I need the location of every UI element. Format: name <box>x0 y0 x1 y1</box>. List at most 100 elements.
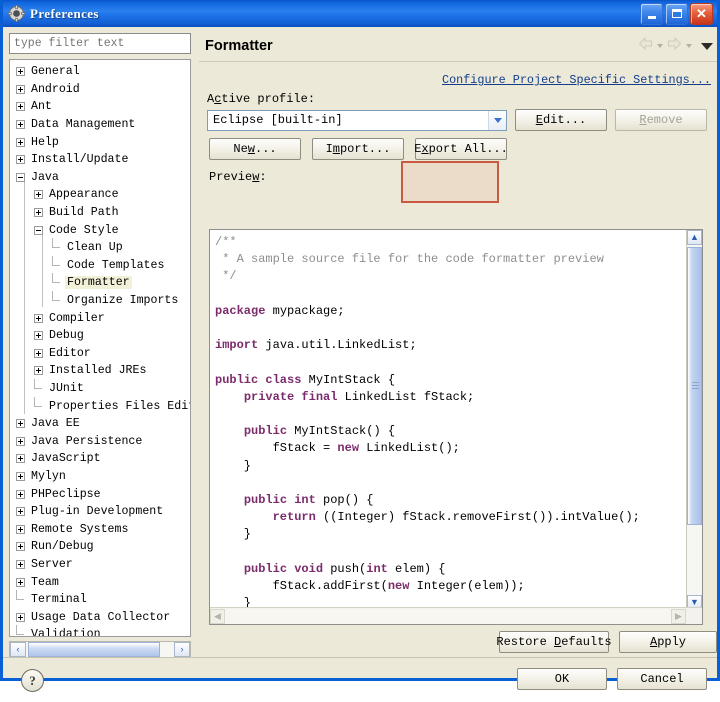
tree-item-java-ee[interactable]: Java EE <box>10 415 190 433</box>
tree-item-phpeclipse[interactable]: PHPeclipse <box>10 485 190 503</box>
tree-item-editor[interactable]: Editor <box>10 345 190 363</box>
tree-scroll-track[interactable] <box>26 642 174 657</box>
code-line: public void push(int elem) { <box>243 561 446 576</box>
forward-arrow-icon[interactable] <box>667 36 682 55</box>
expand-icon[interactable] <box>34 331 43 341</box>
code-preview[interactable]: /** * A sample source file for the code … <box>209 229 703 625</box>
tree-item-installed-jres[interactable]: Installed JREs <box>10 362 190 380</box>
tree-item-organize-imports[interactable]: Organize Imports <box>10 291 190 310</box>
expand-icon[interactable] <box>34 348 43 358</box>
tree-item-run-debug[interactable]: Run/Debug <box>10 538 190 556</box>
preview-vertical-scrollbar[interactable]: ▲ ▼ <box>686 230 702 610</box>
tree-item-help[interactable]: Help <box>10 133 190 151</box>
tree-leaf-icon <box>34 396 43 411</box>
tree-item-junit[interactable]: JUnit <box>10 378 190 398</box>
expand-icon[interactable] <box>16 84 25 94</box>
expand-icon[interactable] <box>34 190 43 200</box>
tree-item-formatter[interactable]: Formatter <box>10 273 190 292</box>
code-line: return ((Integer) fStack.removeFirst()).… <box>272 510 640 525</box>
import-button[interactable]: Import... <box>312 138 404 160</box>
minimize-button[interactable] <box>640 2 663 25</box>
expand-icon[interactable] <box>34 366 43 376</box>
tree-horizontal-scrollbar[interactable]: ‹ › <box>9 641 191 658</box>
expand-icon[interactable] <box>16 102 25 112</box>
expand-icon[interactable] <box>16 155 25 165</box>
tree-item-plug-in-development[interactable]: Plug-in Development <box>10 503 190 521</box>
tree-item-java[interactable]: Java <box>10 169 190 187</box>
window-controls: ✕ <box>640 2 715 25</box>
expand-icon[interactable] <box>16 507 25 517</box>
preview-vscroll-thumb[interactable] <box>687 247 702 525</box>
back-dropdown-icon[interactable] <box>657 44 663 48</box>
tree-item-usage-data-collector[interactable]: Usage Data Collector <box>10 608 190 626</box>
collapse-icon[interactable] <box>16 172 25 182</box>
expand-icon[interactable] <box>16 559 25 569</box>
tree-item-label: Properties Files Edit <box>49 399 191 413</box>
tree-item-team[interactable]: Team <box>10 573 190 591</box>
tree-item-install-update[interactable]: Install/Update <box>10 151 190 169</box>
tree-item-label: Remote Systems <box>31 522 129 536</box>
expand-icon[interactable] <box>16 137 25 147</box>
configure-project-specific-settings-link[interactable]: Configure Project Specific Settings... <box>442 73 711 87</box>
expand-icon[interactable] <box>16 67 25 77</box>
code-line: } <box>215 458 252 473</box>
back-arrow-icon[interactable] <box>638 36 653 55</box>
expand-icon[interactable] <box>16 612 25 622</box>
tree-item-android[interactable]: Android <box>10 81 190 99</box>
expand-icon[interactable] <box>16 524 25 534</box>
tree-item-remote-systems[interactable]: Remote Systems <box>10 520 190 538</box>
preview-horizontal-scrollbar[interactable]: ◀ ▶ <box>210 607 702 624</box>
expand-icon[interactable] <box>16 542 25 552</box>
tree-item-ant[interactable]: Ant <box>10 98 190 116</box>
ok-button[interactable]: OK <box>517 668 607 690</box>
collapse-icon[interactable] <box>34 225 43 235</box>
tree-item-label: Usage Data Collector <box>31 610 171 624</box>
new-button[interactable]: New... <box>209 138 301 160</box>
tree-item-code-style[interactable]: Code Style <box>10 221 190 239</box>
expand-icon[interactable] <box>16 120 25 130</box>
tree-item-terminal[interactable]: Terminal <box>10 590 190 609</box>
tree-item-validation[interactable]: Validation <box>10 625 190 636</box>
close-button[interactable]: ✕ <box>690 2 713 25</box>
restore-button[interactable] <box>665 2 688 25</box>
tree-item-javascript[interactable]: JavaScript <box>10 450 190 468</box>
tree-item-build-path[interactable]: Build Path <box>10 204 190 222</box>
scroll-left-button[interactable]: ‹ <box>10 642 26 657</box>
expand-icon[interactable] <box>16 419 25 429</box>
preferences-tree[interactable]: General Android Ant Data Management Help Inst… <box>9 59 191 637</box>
restore-defaults-button[interactable]: Restore Defaults <box>496 631 612 653</box>
tree-item-java-persistence[interactable]: Java Persistence <box>10 432 190 450</box>
chevron-down-icon[interactable] <box>488 110 506 130</box>
filter-input[interactable] <box>9 33 191 54</box>
tree-item-mylyn[interactable]: Mylyn <box>10 468 190 486</box>
code-line: * A sample source file for the code form… <box>215 252 604 267</box>
expand-icon[interactable] <box>16 577 25 587</box>
expand-icon[interactable] <box>16 471 25 481</box>
page-header: Formatter <box>199 31 717 62</box>
forward-dropdown-icon[interactable] <box>686 44 692 48</box>
edit-button[interactable]: Edit... <box>515 109 607 131</box>
expand-icon[interactable] <box>34 208 43 218</box>
scroll-right-button[interactable]: › <box>174 642 190 657</box>
tree-item-server[interactable]: Server <box>10 556 190 574</box>
scroll-up-button[interactable]: ▲ <box>687 230 702 245</box>
view-menu-icon[interactable] <box>701 42 713 50</box>
tree-item-clean-up[interactable]: Clean Up <box>10 238 190 257</box>
export-all-button[interactable]: Export All... <box>414 138 508 160</box>
expand-icon[interactable] <box>34 313 43 323</box>
expand-icon[interactable] <box>16 454 25 464</box>
tree-item-properties-files-edit[interactable]: Properties Files Edit <box>10 396 191 415</box>
tree-item-code-templates[interactable]: Code Templates <box>10 255 190 275</box>
tree-item-general[interactable]: General <box>10 63 190 81</box>
active-profile-combo[interactable]: Eclipse [built-in] <box>207 109 507 131</box>
tree-item-data-management[interactable]: Data Management <box>10 116 190 134</box>
tree-scroll-thumb[interactable] <box>28 642 160 657</box>
apply-button[interactable]: Apply <box>619 631 717 653</box>
tree-item-compiler[interactable]: Compiler <box>10 309 190 327</box>
tree-item-debug[interactable]: Debug <box>10 327 190 345</box>
expand-icon[interactable] <box>16 436 25 446</box>
expand-icon[interactable] <box>16 489 25 499</box>
tree-item-appearance[interactable]: Appearance <box>10 186 190 204</box>
cancel-button[interactable]: Cancel <box>617 668 707 690</box>
